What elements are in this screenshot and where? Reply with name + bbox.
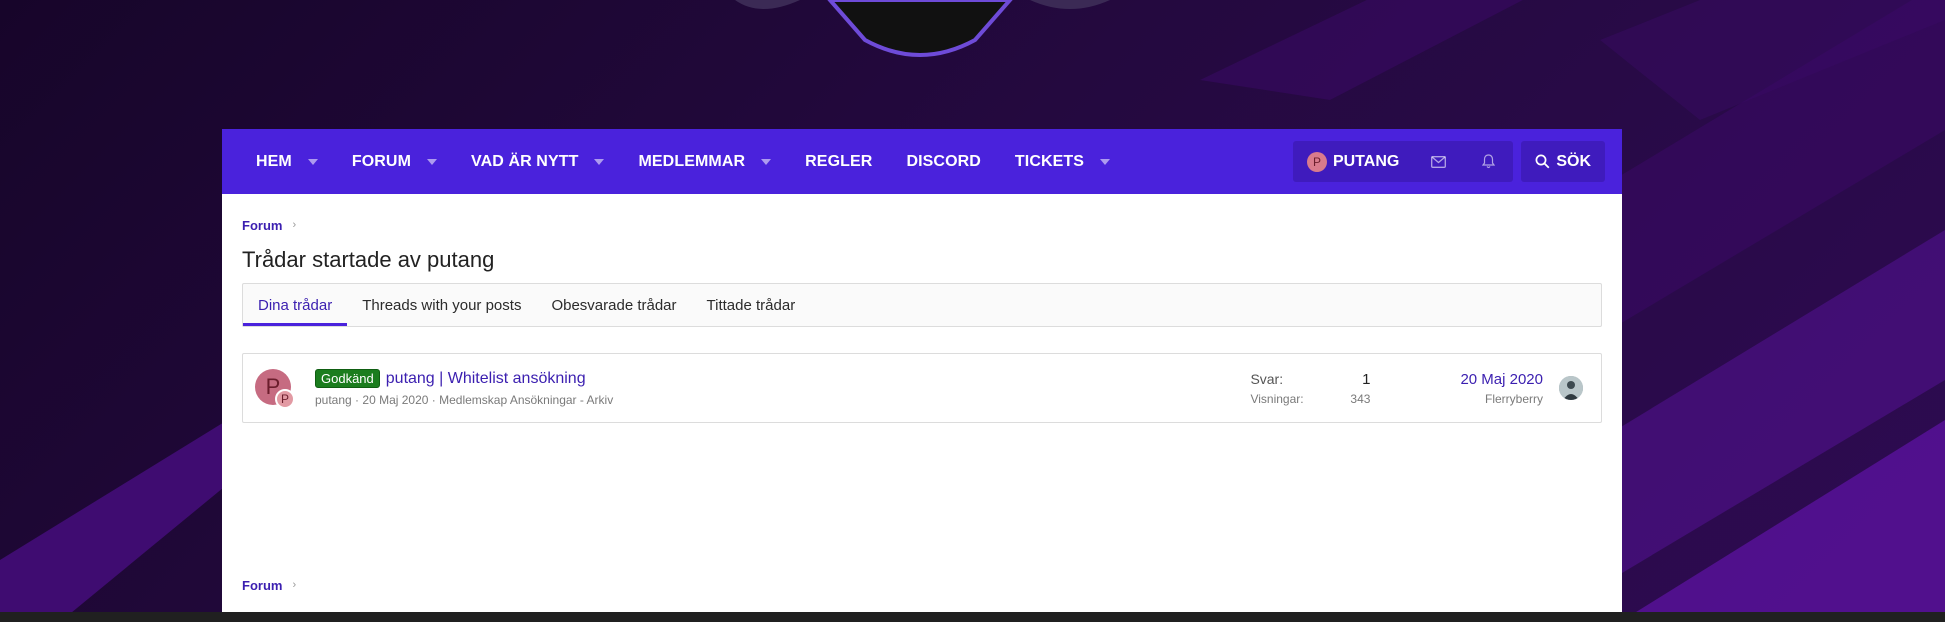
chevron-right-icon: ›: [292, 579, 297, 591]
thread-filter-tabs: Dina trådar Threads with your posts Obes…: [242, 283, 1602, 327]
account-button[interactable]: P PUTANG: [1293, 141, 1413, 182]
thread-stats: Svar: 1 Visningar: 343: [1250, 371, 1370, 406]
views-stat: Visningar: 343: [1250, 392, 1370, 406]
tab-unanswered-threads[interactable]: Obesvarade trådar: [536, 284, 691, 326]
nav-item-hem[interactable]: HEM: [239, 129, 335, 194]
page-title: Trådar startade av putang: [242, 247, 495, 272]
nav-item-label: VAD ÄR NYTT: [471, 152, 579, 170]
thread-main: Godkänd putang | Whitelist ansökning put…: [315, 369, 1250, 407]
chevron-down-icon[interactable]: [307, 158, 318, 165]
top-navigation: HEM FORUM VAD ÄR NYTT MEDLEMMAR REGLER D…: [222, 129, 1622, 194]
bottom-breadcrumb: Forum ›: [242, 576, 296, 594]
nav-item-tickets[interactable]: TICKETS: [998, 129, 1127, 194]
nav-item-discord[interactable]: DISCORD: [889, 129, 997, 194]
chevron-down-icon[interactable]: [594, 158, 605, 165]
tab-your-threads[interactable]: Dina trådar: [243, 284, 348, 326]
bottom-bar: [0, 612, 1945, 622]
breadcrumb-link-forum[interactable]: Forum: [242, 218, 282, 233]
inbox-button[interactable]: [1413, 141, 1463, 182]
latest-poster-avatar[interactable]: [1559, 376, 1583, 400]
nav-item-label: MEDLEMMAR: [638, 152, 746, 170]
nav-item-forum[interactable]: FORUM: [335, 129, 454, 194]
replies-count: 1: [1362, 370, 1371, 388]
nav-item-label: HEM: [256, 152, 292, 170]
breadcrumb: Forum ›: [242, 216, 1602, 234]
chevron-right-icon: ›: [292, 219, 297, 231]
thread-title-link[interactable]: putang | Whitelist ansökning: [386, 370, 586, 388]
thread-starter-avatar[interactable]: P P: [255, 369, 295, 409]
avatar-badge: P: [275, 389, 295, 409]
site-logo: [735, 0, 1110, 57]
username-label: PUTANG: [1332, 152, 1400, 170]
nav-item-whats-new[interactable]: VAD ÄR NYTT: [454, 129, 621, 194]
page-content: Forum › Trådar startade av putang Dina t…: [222, 216, 1622, 423]
user-photo-icon: [1559, 376, 1583, 400]
latest-post-date[interactable]: 20 Maj 2020: [1460, 371, 1543, 388]
replies-stat: Svar: 1: [1250, 371, 1370, 388]
thread-forum-link[interactable]: Medlemskap Ansökningar - Arkiv: [439, 393, 613, 407]
views-label: Visningar:: [1250, 391, 1304, 406]
thread-row: P P Godkänd putang | Whitelist ansökning…: [242, 353, 1602, 423]
chevron-down-icon[interactable]: [761, 158, 772, 165]
nav-item-label: TICKETS: [1014, 152, 1085, 170]
chevron-down-icon[interactable]: [1100, 158, 1111, 165]
chevron-down-icon[interactable]: [427, 158, 438, 165]
alerts-button[interactable]: [1463, 141, 1513, 182]
nav-item-rules[interactable]: REGLER: [788, 129, 889, 194]
search-label: SÖK: [1556, 152, 1591, 170]
breadcrumb-link-forum[interactable]: Forum: [242, 578, 282, 593]
tab-threads-with-your-posts[interactable]: Threads with your posts: [347, 284, 536, 326]
search-icon: [1535, 154, 1550, 169]
latest-post: 20 Maj 2020 Flerryberry: [1460, 371, 1543, 406]
nav-item-label: DISCORD: [906, 152, 981, 170]
nav-item-members[interactable]: MEDLEMMAR: [621, 129, 788, 194]
replies-label: Svar:: [1250, 371, 1284, 387]
main-container: HEM FORUM VAD ÄR NYTT MEDLEMMAR REGLER D…: [222, 129, 1622, 612]
bell-icon: [1481, 154, 1495, 169]
envelope-icon: [1430, 155, 1446, 168]
thread-prefix-badge[interactable]: Godkänd: [315, 369, 380, 388]
avatar: P: [1306, 151, 1327, 172]
thread-meta: putang · 20 Maj 2020 · Medlemskap Ansökn…: [315, 393, 1250, 407]
user-menu-group: P PUTANG: [1292, 141, 1514, 182]
views-count: 343: [1350, 391, 1371, 406]
thread-start-date[interactable]: 20 Maj 2020: [362, 393, 428, 407]
search-button[interactable]: SÖK: [1521, 141, 1605, 182]
tab-watched-threads[interactable]: Tittade trådar: [692, 284, 811, 326]
latest-post-user[interactable]: Flerryberry: [1460, 392, 1543, 406]
nav-item-label: REGLER: [805, 152, 873, 170]
nav-item-label: FORUM: [351, 152, 412, 170]
thread-author-link[interactable]: putang: [315, 393, 352, 407]
thread-title-row: Godkänd putang | Whitelist ansökning: [315, 369, 1250, 388]
